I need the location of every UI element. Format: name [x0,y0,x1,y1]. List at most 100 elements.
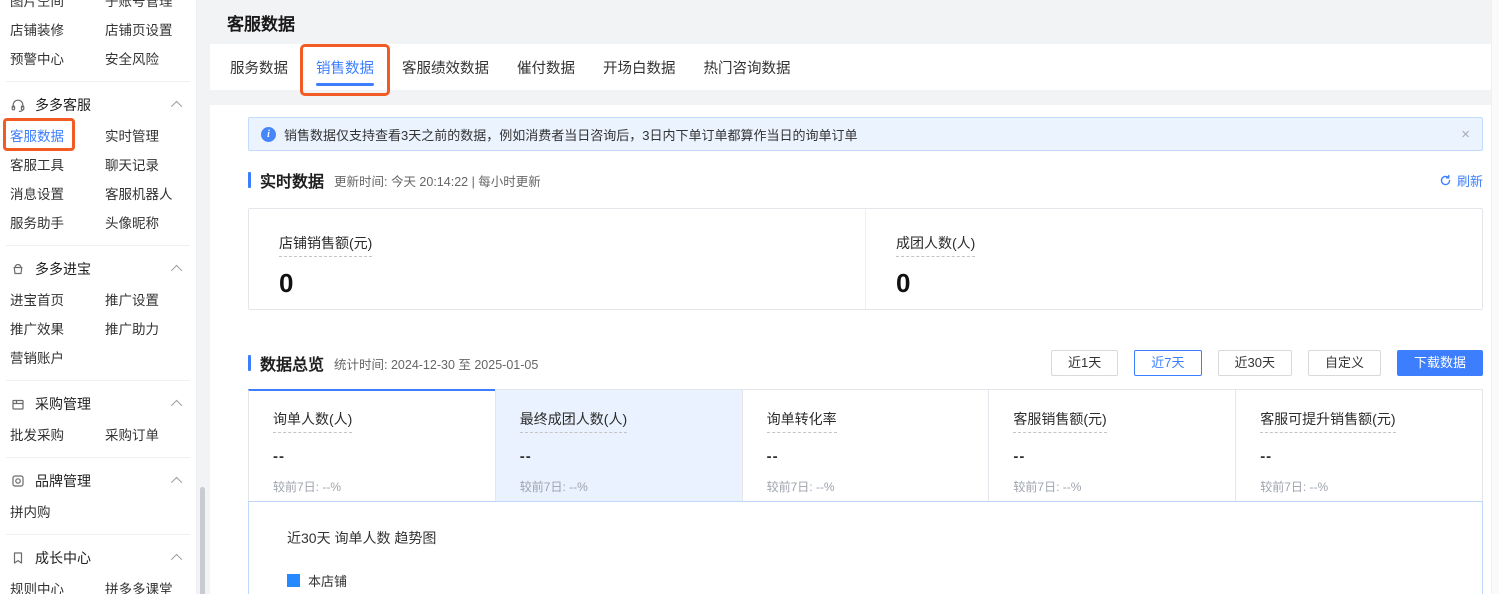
sidebar-item-promo-effect[interactable]: 推广效果 [10,318,105,338]
trend-chart-panel: 近30天 询单人数 趋势图 本店铺 [248,501,1483,594]
realtime-stat-shop-sales: 店铺销售额(元) 0 [249,209,865,309]
sidebar-section-duoduo-jinbao[interactable]: 多多进宝 [0,254,196,284]
banner-close-icon[interactable]: × [1461,127,1470,142]
divider [6,81,190,82]
sidebar: 图片空间 子账号管理 店铺装修 店铺页设置 预警中心 安全风险 多多客服 客服数… [0,0,197,594]
range-button-1d[interactable]: 近1天 [1051,350,1118,376]
sidebar-item-security-risk[interactable]: 安全风险 [105,48,196,68]
sidebar-section-title: 采购管理 [35,394,91,414]
metric-compare: 较前7日: --% [1260,478,1482,495]
overview-stat-time: 统计时间: 2024-12-30 至 2025-01-05 [334,354,538,373]
refresh-button[interactable]: 刷新 [1439,171,1483,190]
sidebar-section-procurement[interactable]: 采购管理 [0,389,196,419]
chevron-up-icon[interactable] [171,101,182,112]
metric-card-inquiry-users[interactable]: 询单人数(人) -- 较前7日: --% [248,389,496,501]
sidebar-scrollbar-thumb[interactable] [200,487,205,594]
stat-label[interactable]: 成团人数(人) [896,233,975,257]
metric-label: 最终成团人数(人) [520,409,627,433]
metric-value: -- [273,448,495,465]
app-root: 图片空间 子账号管理 店铺装修 店铺页设置 预警中心 安全风险 多多客服 客服数… [0,0,1499,594]
overview-section-header: 数据总览 统计时间: 2024-12-30 至 2025-01-05 近1天 近… [248,350,1483,376]
tab-performance-data[interactable]: 客服绩效数据 [402,44,489,90]
sidebar-item-jinbao-home[interactable]: 进宝首页 [10,289,105,309]
tab-label: 服务数据 [230,57,288,78]
sidebar-item-pdd-classroom[interactable]: 拼多多课堂 [105,578,196,594]
sidebar-item-rules-center[interactable]: 规则中心 [10,578,105,594]
metric-card-service-sales[interactable]: 客服销售额(元) -- 较前7日: --% [988,389,1236,501]
sidebar-item-label: 客服数据 [10,129,64,144]
sidebar-section-growth[interactable]: 成长中心 [0,543,196,573]
sidebar-item-warning-center[interactable]: 预警中心 [10,48,105,68]
sidebar-item-service-robot[interactable]: 客服机器人 [105,183,196,203]
sidebar-item-shop-decoration[interactable]: 店铺装修 [10,19,105,39]
sidebar-item-promo-settings[interactable]: 推广设置 [105,289,196,309]
range-button-custom[interactable]: 自定义 [1308,350,1381,376]
sidebar-section-title: 多多客服 [35,95,91,115]
sidebar-item-avatar-nickname[interactable]: 头像昵称 [105,212,196,232]
chevron-up-icon[interactable] [171,477,182,488]
chevron-up-icon[interactable] [171,400,182,411]
divider [6,380,190,381]
sidebar-section-brand[interactable]: 品牌管理 [0,466,196,496]
metric-card-inquiry-conversion[interactable]: 询单转化率 -- 较前7日: --% [742,389,990,501]
tab-label: 客服绩效数据 [402,57,489,78]
metric-cards-row: 询单人数(人) -- 较前7日: --% 最终成团人数(人) -- 较前7日: … [248,389,1483,501]
main-content: i 销售数据仅支持查看3天之前的数据，例如消费者当日咨询后，3日内下单订单都算作… [210,105,1491,594]
sidebar-item-promo-assist[interactable]: 推广助力 [105,318,196,338]
sidebar-item-subaccount[interactable]: 子账号管理 [105,0,196,10]
tab-sales-data[interactable]: 销售数据 [316,44,374,90]
info-icon: i [261,127,276,142]
page-scrollbar-track[interactable] [1491,0,1499,594]
sidebar-item-wholesale-procurement[interactable]: 批发采购 [10,424,105,444]
realtime-update-info: 更新时间: 今天 20:14:22 | 每小时更新 [334,171,541,190]
range-button-group: 近1天 近7天 近30天 自定义 下载数据 [1051,350,1483,376]
divider [6,245,190,246]
metric-compare: 较前7日: --% [1013,478,1235,495]
realtime-section-header: 实时数据 更新时间: 今天 20:14:22 | 每小时更新 刷新 [248,168,1483,192]
headset-icon [10,97,26,113]
info-banner: i 销售数据仅支持查看3天之前的数据，例如消费者当日咨询后，3日内下单订单都算作… [248,117,1483,151]
tab-opening-remark-data[interactable]: 开场白数据 [603,44,676,90]
sidebar-item-customer-service-data[interactable]: 客服数据 [10,125,105,145]
section-accent-bar [248,172,251,188]
sidebar-item-service-tools[interactable]: 客服工具 [10,154,105,174]
tab-hot-consult-data[interactable]: 热门咨询数据 [704,44,791,90]
stat-label[interactable]: 店铺销售额(元) [279,233,372,257]
metric-compare: 较前7日: --% [273,478,495,495]
sidebar-item-realtime-management[interactable]: 实时管理 [105,125,196,145]
sidebar-item-marketing-account[interactable]: 营销账户 [10,347,105,367]
stat-value: 0 [896,268,1482,299]
sidebar-section-customer-service[interactable]: 多多客服 [0,90,196,120]
chevron-up-icon[interactable] [171,554,182,565]
overview-title: 数据总览 [260,351,324,375]
tab-label: 热门咨询数据 [704,57,791,78]
sidebar-item-service-assistant[interactable]: 服务助手 [10,212,105,232]
legend-label: 本店铺 [308,571,347,590]
range-button-30d[interactable]: 近30天 [1218,350,1292,376]
sidebar-item-message-settings[interactable]: 消息设置 [10,183,105,203]
range-button-7d[interactable]: 近7天 [1134,350,1201,376]
sidebar-item-procurement-orders[interactable]: 采购订单 [105,424,196,444]
sidebar-item-pin-internal-purchase[interactable]: 拼内购 [10,501,105,521]
metric-label: 客服销售额(元) [1013,409,1106,433]
sidebar-item-image-space[interactable]: 图片空间 [10,0,105,10]
divider [6,457,190,458]
sidebar-section-title: 品牌管理 [35,471,91,491]
chevron-up-icon[interactable] [171,265,182,276]
chart-legend[interactable]: 本店铺 [287,571,1482,590]
tab-label: 开场白数据 [603,57,676,78]
realtime-stats-card: 店铺销售额(元) 0 成团人数(人) 0 [248,208,1483,310]
tabs-bar: 服务数据 销售数据 客服绩效数据 催付数据 开场白数据 热门咨询数据 [210,44,1499,90]
metric-card-improvable-sales[interactable]: 客服可提升销售额(元) -- 较前7日: --% [1235,389,1483,501]
realtime-stat-group-members: 成团人数(人) 0 [865,209,1482,309]
treasure-basket-icon [10,261,26,277]
tab-payment-reminder-data[interactable]: 催付数据 [517,44,575,90]
tab-service-data[interactable]: 服务数据 [230,44,288,90]
download-data-button[interactable]: 下载数据 [1397,350,1483,376]
tab-label: 催付数据 [517,57,575,78]
sidebar-item-chat-history[interactable]: 聊天记录 [105,154,196,174]
metric-card-final-group-users[interactable]: 最终成团人数(人) -- 较前7日: --% [495,389,743,501]
sidebar-item-shop-page-settings[interactable]: 店铺页设置 [105,19,196,39]
refresh-icon [1439,174,1452,187]
active-tab-underline [316,83,374,86]
